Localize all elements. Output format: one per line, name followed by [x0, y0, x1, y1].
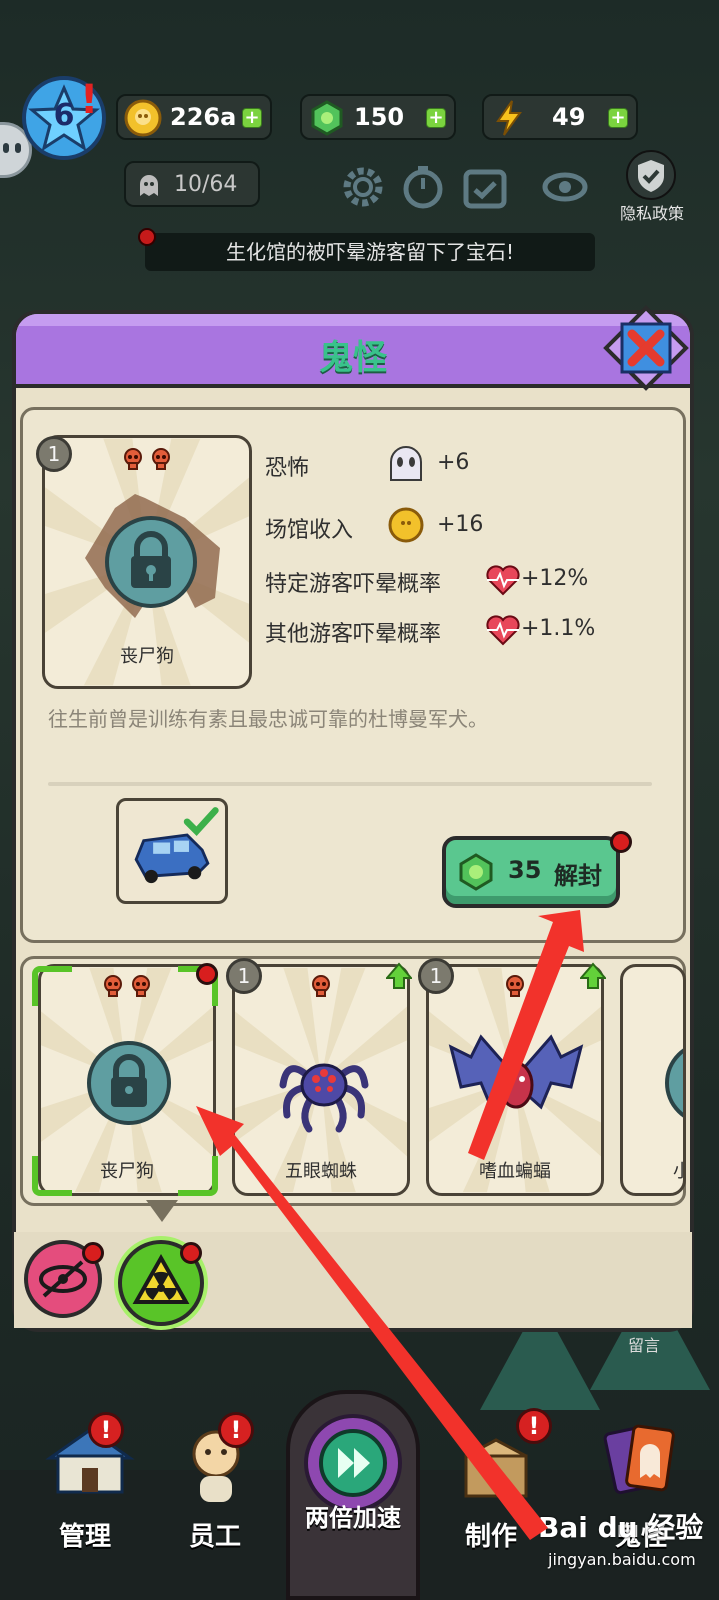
- monster-slot-spider[interactable]: 五眼蜘蛛: [232, 964, 410, 1196]
- fear-skulls: [429, 975, 601, 1001]
- notice-alert-dot: [138, 228, 156, 246]
- stat-value: +1.1%: [521, 616, 596, 641]
- selection-frame: [32, 1156, 72, 1196]
- ghost-capacity-value: 10/64: [174, 172, 238, 197]
- stat-label: 其他游客吓晕概率: [265, 622, 442, 647]
- stat-value: +6: [437, 450, 470, 475]
- ghost-cards-icon: [603, 1424, 675, 1495]
- heartbeat-icon: [486, 565, 520, 596]
- lock-icon: [87, 1041, 171, 1125]
- blue-car-icon: [134, 807, 219, 884]
- unlock-label: 解封: [554, 862, 602, 890]
- add-energy-button[interactable]: +: [608, 108, 628, 128]
- energy-value: 49: [552, 103, 586, 131]
- add-coins-button[interactable]: +: [242, 108, 262, 128]
- panel-title: 鬼怪: [319, 338, 387, 378]
- monster-level-badge: 1: [226, 958, 262, 994]
- skull-icon: [131, 975, 150, 997]
- level-alert-icon: !: [80, 77, 99, 123]
- add-gems-button[interactable]: +: [426, 108, 446, 128]
- energy-counter[interactable]: 49 +: [482, 94, 638, 140]
- upgrade-arrow-icon: [580, 962, 606, 989]
- close-button[interactable]: [602, 304, 690, 392]
- nav-manage[interactable]: 管理: [20, 1428, 150, 1580]
- selection-frame: [32, 966, 72, 1006]
- eye-icon[interactable]: [542, 164, 588, 210]
- heartbeat-icon: [486, 615, 520, 646]
- coin-value: 226a: [170, 103, 237, 131]
- lightning-icon: [496, 100, 522, 136]
- detail-divider: [48, 782, 652, 786]
- gem-value: 150: [354, 103, 405, 131]
- selected-monster-card: 丧尸狗: [42, 435, 252, 689]
- leave-message-label[interactable]: 留言: [628, 1332, 660, 1356]
- monster-description: 往生前曾是训练有素且最忠诚可靠的杜博曼军犬。: [48, 707, 488, 731]
- monster-level-badge: 1: [36, 436, 72, 472]
- unlock-button[interactable]: 35 解封: [442, 836, 620, 908]
- baidu-watermark: Bai du 经验 jingyan.baidu.com: [538, 1498, 714, 1594]
- monster-slot-partial[interactable]: 小: [620, 964, 686, 1196]
- shield-check-icon: [626, 150, 676, 200]
- spider-icon: [279, 1063, 369, 1133]
- gem-counter[interactable]: 150 +: [300, 94, 456, 140]
- stat-label: 恐怖: [265, 456, 310, 481]
- unlock-cost: 35: [508, 856, 542, 884]
- skull-icon: [104, 975, 123, 997]
- selection-frame: [178, 1156, 218, 1196]
- requirement-item[interactable]: [116, 798, 228, 904]
- alert-icon: !: [516, 1408, 552, 1444]
- privacy-policy-button[interactable]: 隐私政策: [612, 150, 692, 226]
- monster-alert-dot: [196, 963, 218, 985]
- panel-header: 鬼怪: [16, 314, 690, 388]
- stat-value: +12%: [521, 566, 589, 591]
- crafting-box-icon: [464, 1438, 528, 1498]
- stat-label: 特定游客吓晕概率: [265, 572, 442, 597]
- monster-name: 嗜血蝙蝠: [479, 1161, 551, 1182]
- ghost-capacity: 10/64: [124, 161, 260, 207]
- double-speed-label: 两倍加速: [305, 1504, 401, 1532]
- stat-value: +16: [437, 512, 484, 537]
- selected-monster-name: 丧尸狗: [120, 646, 174, 667]
- settings-gear-icon[interactable]: [340, 164, 386, 210]
- bat-icon: [448, 1034, 584, 1110]
- green-gem-icon: [311, 100, 343, 136]
- nav-manage-label: 管理: [58, 1522, 111, 1552]
- watermark-brand: Bai du 经验: [538, 1511, 704, 1544]
- alert-icon: !: [218, 1412, 254, 1448]
- lock-icon: [665, 1048, 683, 1118]
- monster-slot-bat[interactable]: 嗜血蝙蝠: [426, 964, 604, 1196]
- ghost-face-icon: [390, 446, 422, 481]
- tab-alert-dot: [82, 1242, 104, 1264]
- nav-staff[interactable]: 员工: [150, 1430, 280, 1580]
- stat-label: 场馆收入: [265, 518, 354, 543]
- notice-banner: 生化馆的被吓晕游客留下了宝石!: [145, 233, 595, 271]
- coin-icon: [388, 507, 424, 543]
- monster-name: 五眼蜘蛛: [285, 1161, 357, 1182]
- monster-level-badge: 1: [418, 958, 454, 994]
- privacy-policy-label: 隐私政策: [619, 204, 684, 223]
- skull-icon: [312, 975, 330, 997]
- nav-craft[interactable]: 制作: [426, 1438, 556, 1580]
- skull-icon: [506, 975, 524, 997]
- unlock-alert-dot: [610, 831, 632, 853]
- watermark-url: jingyan.baidu.com: [548, 1550, 696, 1569]
- nav-staff-label: 员工: [188, 1522, 241, 1552]
- ghost-icon: [140, 175, 158, 196]
- alert-icon: !: [88, 1412, 124, 1448]
- tab-alert-dot: [180, 1242, 202, 1264]
- nav-craft-label: 制作: [464, 1522, 517, 1552]
- double-speed-button[interactable]: 两倍加速: [286, 1390, 420, 1600]
- category-tabbar: [14, 1232, 692, 1328]
- coin-counter[interactable]: 226a +: [116, 94, 272, 140]
- tab-pointer: [146, 1200, 178, 1222]
- green-gem-icon: [459, 853, 493, 891]
- lock-icon: [105, 516, 197, 608]
- timer-icon[interactable]: [400, 164, 446, 210]
- monster-name: 小: [673, 1157, 683, 1183]
- upgrade-arrow-icon: [386, 962, 412, 989]
- skull-coin-icon: [124, 99, 162, 137]
- calendar-check-icon[interactable]: [462, 164, 508, 210]
